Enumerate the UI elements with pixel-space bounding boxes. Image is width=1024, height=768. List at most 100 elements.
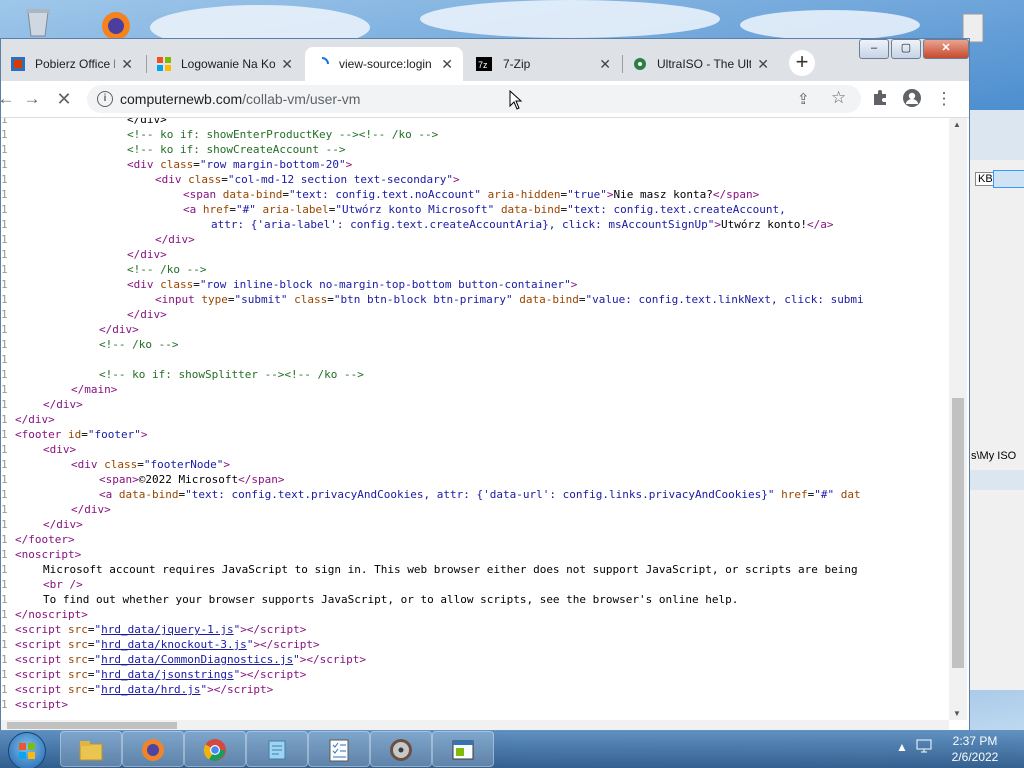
share-icon[interactable]: ⇪ bbox=[797, 90, 810, 108]
tab-logowanie[interactable]: Logowanie Na Ko ✕ bbox=[147, 47, 303, 81]
source-code: <script src="hrd_data/knockout-3.js"></s… bbox=[15, 638, 320, 651]
scroll-up-icon[interactable]: ▲ bbox=[953, 120, 961, 129]
new-tab-button[interactable]: + bbox=[789, 50, 815, 76]
line-number: 1 bbox=[1, 398, 7, 411]
source-line: 1 <!-- /ko --> bbox=[1, 337, 949, 352]
source-code: <div> bbox=[43, 443, 77, 456]
close-window-button[interactable]: ✕ bbox=[923, 39, 969, 59]
source-line: 1 <script src="hrd_data/jquery-1.js"></sc… bbox=[1, 622, 949, 637]
url-text[interactable]: computernewb.com/collab-vm/user-vm bbox=[120, 91, 360, 107]
info-icon[interactable]: i bbox=[97, 91, 113, 107]
recycle-bin-icon[interactable] bbox=[22, 4, 54, 38]
source-view[interactable]: 1 </div> 1 <!-- ko if: showEnterProductKey … bbox=[1, 118, 949, 720]
close-icon[interactable]: ✕ bbox=[281, 56, 293, 73]
tab-7zip[interactable]: 7z 7-Zip ✕ bbox=[465, 47, 621, 81]
source-code: <div class="row inline-block no-margin-t… bbox=[127, 278, 578, 291]
close-icon[interactable]: ✕ bbox=[121, 56, 133, 73]
source-code: <div class="row margin-bottom-20"> bbox=[127, 158, 353, 171]
source-code: <!-- ko if: showSplitter --><!-- /ko --> bbox=[99, 368, 364, 381]
line-number: 1 bbox=[1, 563, 7, 576]
bg-field bbox=[993, 170, 1024, 188]
clock-time: 2:37 PM bbox=[952, 734, 998, 748]
cloud bbox=[740, 10, 920, 40]
clock-date: 2/6/2022 bbox=[951, 750, 999, 764]
stop-icon[interactable]: ✕ bbox=[53, 88, 75, 110]
line-number: 1 bbox=[1, 593, 7, 606]
close-icon[interactable]: ✕ bbox=[599, 56, 611, 73]
source-line: 1 </div> bbox=[1, 247, 949, 262]
microsoft-icon bbox=[157, 57, 171, 71]
source-code: <footer id="footer"> bbox=[15, 428, 148, 441]
source-code: <!-- /ko --> bbox=[99, 338, 179, 351]
taskbar-disc[interactable] bbox=[370, 731, 432, 767]
line-number: 1 bbox=[1, 683, 7, 696]
vertical-scrollbar[interactable]: ▲ ▼ bbox=[949, 118, 967, 720]
bookmark-star-icon[interactable]: ☆ bbox=[831, 88, 846, 108]
start-button[interactable] bbox=[8, 732, 46, 768]
source-code: </div> bbox=[43, 398, 83, 411]
line-number: 1 bbox=[1, 518, 7, 531]
extensions-icon[interactable] bbox=[869, 88, 891, 110]
horizontal-scroll-thumb[interactable] bbox=[7, 722, 177, 729]
line-number: 1 bbox=[1, 443, 7, 456]
taskbar-window[interactable] bbox=[432, 731, 494, 767]
window-controls: – ▢ ✕ bbox=[857, 39, 969, 59]
close-icon[interactable]: ✕ bbox=[757, 56, 769, 73]
source-code: <br /> bbox=[43, 578, 83, 591]
source-code: </main> bbox=[71, 383, 118, 396]
source-line: 1 <!-- ko if: showCreateAccount --> bbox=[1, 142, 949, 157]
url-domain: computernewb.com bbox=[120, 91, 243, 107]
menu-icon[interactable]: ⋮ bbox=[933, 88, 955, 110]
minimize-button[interactable]: – bbox=[859, 39, 889, 59]
tray-arrow-icon[interactable]: ▲ bbox=[896, 740, 908, 754]
line-number: 1 bbox=[1, 383, 7, 396]
tab-office[interactable]: Pobierz Office Pro ✕ bbox=[1, 47, 143, 81]
line-number: 1 bbox=[1, 413, 7, 426]
taskbar-checklist[interactable] bbox=[308, 731, 370, 767]
browser-window: Pobierz Office Pro ✕ Logowanie Na Ko ✕ v… bbox=[0, 38, 970, 732]
firefox-desktop-icon[interactable] bbox=[95, 6, 137, 40]
line-number: 1 bbox=[1, 248, 7, 261]
line-number: 1 bbox=[1, 473, 7, 486]
source-code: </div> bbox=[99, 323, 139, 336]
forward-icon[interactable]: → bbox=[21, 88, 43, 110]
checklist-icon bbox=[329, 739, 349, 762]
source-line: 1 <a data-bind="text: config.text.privacy… bbox=[1, 487, 949, 502]
source-line: 1 <script src="hrd_data/knockout-3.js"></… bbox=[1, 637, 949, 652]
firefox-icon bbox=[142, 739, 164, 761]
close-icon[interactable]: ✕ bbox=[441, 56, 453, 73]
bg-window-header bbox=[969, 110, 1024, 160]
address-bar[interactable]: i computernewb.com/collab-vm/user-vm ⇪ ☆ bbox=[87, 85, 861, 113]
network-icon[interactable] bbox=[916, 738, 932, 757]
line-number: 1 bbox=[1, 458, 7, 471]
maximize-button[interactable]: ▢ bbox=[891, 39, 921, 59]
source-code: </div> bbox=[43, 518, 83, 531]
line-number: 1 bbox=[1, 173, 7, 186]
system-clock[interactable]: 2:37 PM 2/6/2022 bbox=[940, 733, 1010, 765]
source-code: To find out whether your browser support… bbox=[43, 593, 739, 606]
back-icon[interactable]: ← bbox=[0, 88, 17, 110]
vertical-scroll-thumb[interactable] bbox=[952, 398, 964, 668]
source-code: <script src="hrd_data/jsonstrings"></scr… bbox=[15, 668, 307, 681]
source-line: 1 <noscript> bbox=[1, 547, 949, 562]
line-number: 1 bbox=[1, 638, 7, 651]
taskbar-firefox[interactable] bbox=[122, 731, 184, 767]
line-number: 1 bbox=[1, 263, 7, 276]
line-number: 1 bbox=[1, 308, 7, 321]
line-number: 1 bbox=[1, 428, 7, 441]
taskbar-explorer[interactable] bbox=[60, 731, 122, 767]
source-line: 1 <input type="submit" class="btn btn-blo… bbox=[1, 292, 949, 307]
line-number: 1 bbox=[1, 158, 7, 171]
line-number: 1 bbox=[1, 143, 7, 156]
scroll-down-icon[interactable]: ▼ bbox=[953, 709, 961, 718]
tab-view-source[interactable]: view-source:login ✕ bbox=[305, 47, 463, 81]
source-code: <!-- ko if: showEnterProductKey --><!-- … bbox=[127, 128, 439, 141]
taskbar-notepad[interactable] bbox=[246, 731, 308, 767]
source-line: 1 To find out whether your browser suppor… bbox=[1, 592, 949, 607]
taskbar-chrome[interactable] bbox=[184, 731, 246, 767]
tab-ultraiso[interactable]: UltraISO - The Ult ✕ bbox=[623, 47, 779, 81]
source-code: <script src="hrd_data/jquery-1.js"></scr… bbox=[15, 623, 307, 636]
source-code: <script> bbox=[15, 698, 68, 711]
profile-icon[interactable] bbox=[901, 88, 923, 110]
url-path: /collab-vm/user-vm bbox=[242, 91, 361, 107]
